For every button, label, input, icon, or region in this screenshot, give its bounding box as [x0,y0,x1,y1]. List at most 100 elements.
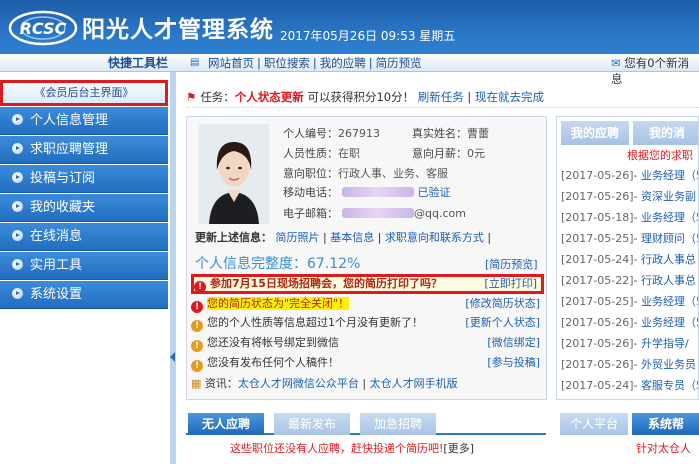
nav-link-resume-preview[interactable]: 简历预览 [376,56,422,70]
arrow-bullet-icon [12,259,23,270]
submit-article-link[interactable]: [参与投稿] [487,354,540,372]
sidebar-item-job-applications[interactable]: 求职应聘管理 [0,136,168,164]
wechat-bind-link[interactable]: [微信绑定] [487,334,540,352]
blurred-email [342,208,414,218]
update-basic-link[interactable]: 基本信息 [330,231,374,244]
alert-no-submissions: ! 您没有发布任何个人稿件！ [参与投稿] [191,354,544,372]
alert-personal-update: ! 您的个人性质等信息超过1个月没有更新了！ [更新个人状态] [191,314,544,332]
tab-no-applicants[interactable]: 无人应聘 [188,413,264,435]
new-messages[interactable]: ✉ 您有0个新消息 [611,55,699,87]
list-icon: ▤ [190,57,200,68]
update-intent-link[interactable]: 求职意向和联系方式 [385,231,484,244]
completeness: 个人信息完整度：67.12% [195,256,361,272]
id-row: 个人编号：267913 [283,127,380,140]
resume-preview-link[interactable]: [简历预览] [485,256,538,272]
list-item[interactable]: [2017-05-24]- 客服专员（5 [557,375,698,396]
list-item[interactable]: [2017-05-24]- 行政人事总 [557,249,698,270]
mobile-site-link[interactable]: 太仓人才网手机版 [370,377,458,390]
nav-link-my-applications[interactable]: 我的应聘 [320,56,366,70]
calendar-icon: ▦ [191,377,202,390]
header: RCSC 阳光人才管理系统 2017年05月26日 09:53 星期五 [0,0,699,54]
arrow-bullet-icon [12,172,23,183]
tab-urgent[interactable]: 加急招聘 [360,413,436,435]
tab-personal-platform[interactable]: 个人平台 [560,413,628,435]
arrow-bullet-icon [12,288,23,299]
complete-task-link[interactable]: 现在就去完成 [475,90,544,104]
datetime: 2017年05月26日 09:53 星期五 [280,29,456,43]
name-row: 真实姓名：曹蕾 [412,127,489,140]
sidebar-item-online-messages[interactable]: 在线消息 [0,223,168,251]
arrow-bullet-icon [12,143,23,154]
nav-link-job-search[interactable]: 职位搜索 [264,56,310,70]
alert-wechat-bind: ! 您还没有将帐号绑定到微信 [微信绑定] [191,334,544,352]
sidebar-item-tools[interactable]: 实用工具 [0,252,168,280]
tab-my-messages[interactable]: 我的消 [633,121,698,145]
nav-links: 网站首页 | 职位搜索 | 我的应聘 | 简历预览 [208,56,422,70]
list-item[interactable]: [2017-05-26]- 业务经理（5 [557,312,698,333]
sidebar-item-submissions[interactable]: 投稿与订阅 [0,165,168,193]
platform-tabs: 个人平台 系统帮 [556,413,699,435]
list-item[interactable]: [2017-05-25]- 业务经理（5 [557,291,698,312]
list-item[interactable]: [2017-05-25]- 理财顾问（5 [557,228,698,249]
platform-message: 针对太仓人 [636,442,691,455]
nav-link-home[interactable]: 网站首页 [208,56,254,70]
list-item[interactable]: [2017-05-26]- 升学指导/ [557,333,698,354]
recommended-jobs: 根据您的求职 [2017-05-26]- 业务经理（5 [2017-05-26]… [557,147,698,396]
tab-latest[interactable]: 最新发布 [274,413,350,435]
alert-resume-status: ! 您的简历状态为"完全关闭"！ [修改简历状态] [191,295,544,313]
arrow-bullet-icon [12,230,23,241]
mail-icon: ✉ [611,56,621,70]
update-status-link[interactable]: [更新个人状态] [465,314,540,332]
logo-text: RCSC [20,19,67,38]
tab-system-help[interactable]: 系统帮 [632,413,699,435]
alert-icon: ! [194,281,206,293]
sidebar-collapse-bar[interactable] [170,72,176,464]
no-applicants-message: 这些职位还没有人应聘，赶快投递个简历吧![更多] [230,442,475,455]
sidebar-item-favorites[interactable]: 我的收藏夹 [0,194,168,222]
alert-icon: ! [191,340,203,352]
alert-print-resume: ! 参加7月15日现场招聘会，您的简历打印了吗？ [立即打印] [191,274,544,294]
arrow-bullet-icon [12,114,23,125]
salary-row: 意向月薪：0元 [412,147,485,160]
alert-icon: ! [191,320,203,332]
update-info-row: 更新上述信息： 简历照片 | 基本信息 | 求职意向和联系方式 | [195,231,492,244]
blurred-mobile [342,187,414,197]
print-now-link[interactable]: [立即打印] [484,277,537,291]
more-link[interactable]: [更多] [443,442,474,455]
tab-my-applications[interactable]: 我的应聘 [561,121,629,145]
right-panel: 我的应聘 我的消 根据您的求职 [2017-05-26]- 业务经理（5 [20… [556,116,699,400]
mobile-row: 移动电话： 已验证 [283,186,451,199]
quick-toolbar-label: 快捷工具栏 [108,56,169,70]
rcsc-logo: RCSC [8,10,78,46]
flag-icon: ⚑ [186,90,197,104]
refresh-task-link[interactable]: 刷新任务 [418,90,464,104]
profile-photo [199,124,269,224]
top-nav: 快捷工具栏 ▤ 网站首页 | 职位搜索 | 我的应聘 | 简历预览 ✉ 您有0个新消息 [0,54,699,86]
task-name: 个人状态更新 [234,90,304,104]
job-tabs: 无人应聘 最新发布 加急招聘 [186,413,546,435]
list-item[interactable]: [2017-05-22]- 行政人事总 [557,270,698,291]
update-photo-link[interactable]: 简历照片 [276,231,320,244]
list-item[interactable]: [2017-05-26]- 资深业务副 [557,186,698,207]
modify-status-link[interactable]: [修改简历状态] [465,295,540,313]
profile-card: 个人编号：267913 真实姓名：曹蕾 人员性质：在职 意向月薪：0元 意向职位… [186,116,547,400]
sidebar-item-settings[interactable]: 系统设置 [0,281,168,309]
alert-icon: ! [191,301,203,313]
sidebar-home-link[interactable]: 《会员后台主界面》 [0,80,168,106]
recommend-heading: 根据您的求职 [627,149,693,162]
list-item[interactable]: [2017-05-26]- 业务经理（5 [557,165,698,186]
list-item[interactable]: [2017-05-26]- 外贸业务员 [557,354,698,375]
email-row: 电子邮箱： @qq.com [283,207,466,220]
list-item[interactable]: [2017-05-18]- 业务经理（5 [557,207,698,228]
alert-icon: ! [191,360,203,372]
task-bar: ⚑ 任务：个人状态更新 可以获得积分10分！ 刷新任务 | 现在就去完成 [186,86,699,108]
system-title: 阳光人才管理系统 [82,17,274,43]
nature-row: 人员性质：在职 [283,147,360,160]
info-row: ▦ 资讯：太仓人才网微信公众平台 | 太仓人才网手机版 [191,377,458,390]
sidebar: 《会员后台主界面》 个人信息管理 求职应聘管理 投稿与订阅 我的收藏夹 在线消息… [0,80,168,309]
wechat-platform-link[interactable]: 太仓人才网微信公众平台 [238,377,359,390]
arrow-bullet-icon [12,201,23,212]
collapse-arrow-icon [170,352,175,362]
sidebar-item-personal-info[interactable]: 个人信息管理 [0,107,168,135]
position-row: 意向职位：行政人事、业务、客服 [283,167,448,180]
